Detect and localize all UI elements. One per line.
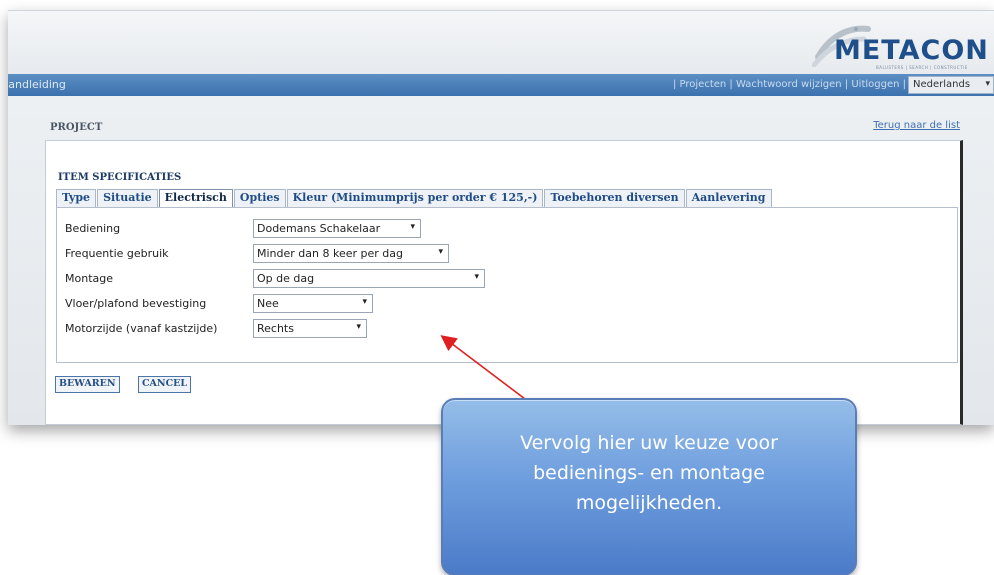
nav-link-change-password[interactable]: Wachtwoord wijzigen | [736,79,848,90]
field-label: Motorzijde (vanaf kastzijde) [65,322,218,335]
tab-situatie[interactable]: Situatie [97,189,158,207]
item-specifications-panel: ITEM SPECIFICATIES Type Situatie Electrisc… [45,140,963,425]
item-specifications-title: ITEM SPECIFICATIES [58,172,182,183]
chevron-down-icon: ▾ [362,297,367,307]
tab-toebehoren[interactable]: Toebehoren diversen [544,189,685,207]
nav-link-projects[interactable]: | Projecten | [673,79,733,90]
field-label: Bediening [65,222,121,235]
tab-bar: Type Situatie Electrisch Opties Kleur (Minim… [56,189,773,208]
chevron-down-icon: ▾ [985,79,990,89]
top-navbar: Handleiding | Projecten | Wachtwoord wij… [8,74,994,96]
callout-text: Vervolg hier uw keuze voor bedienings- e… [520,432,778,514]
motorzijde-select[interactable]: Rechts ▾ [253,319,367,338]
bediening-select[interactable]: Dodemans Schakelaar ▾ [253,219,421,238]
frequentie-select[interactable]: Minder dan 8 keer per dag ▾ [253,244,449,263]
chevron-down-icon: ▾ [410,222,415,232]
logo-text: METACON [834,35,989,66]
field-label: Vloer/plafond bevestiging [65,297,207,310]
language-value: Nederlands [913,79,971,90]
montage-select[interactable]: Op de dag ▾ [253,269,485,288]
back-to-list-link[interactable]: Terug naar de list [873,120,960,131]
tab-kleur[interactable]: Kleur (Minimumprijs per order € 125,-) [286,189,544,207]
language-select[interactable]: Nederlands ▾ [908,76,994,94]
select-value: Dodemans Schakelaar [257,222,381,235]
tab-aanlevering[interactable]: Aanlevering [685,189,772,207]
header: METACON BALUSTERS | SEARCH | CONSTRUCTIE [8,10,994,74]
instruction-callout: Vervolg hier uw keuze voor bedienings- e… [441,398,857,575]
select-value: Nee [257,297,279,310]
project-title: PROJECT [50,122,103,133]
app-window: METACON BALUSTERS | SEARCH | CONSTRUCTIE… [8,10,994,425]
select-value: Rechts [257,322,294,335]
manual-link[interactable]: Handleiding [8,78,66,91]
electrical-form: Bediening Dodemans Schakelaar ▾ Frequent… [56,207,958,363]
vloer-plafond-select[interactable]: Nee ▾ [253,294,373,313]
chevron-down-icon: ▾ [474,272,479,282]
cancel-button[interactable]: CANCEL [138,376,192,393]
chevron-down-icon: ▾ [356,322,361,332]
metacon-logo: METACON BALUSTERS | SEARCH | CONSTRUCTIE [812,21,988,75]
tab-electrisch[interactable]: Electrisch [158,189,233,208]
save-button[interactable]: BEWAREN [55,376,120,393]
chevron-down-icon: ▾ [438,247,443,257]
select-value: Minder dan 8 keer per dag [257,247,403,260]
nav-links: | Projecten | Wachtwoord wijzigen | Uitl… [673,79,906,90]
nav-link-logout[interactable]: Uitloggen | [851,79,906,90]
tab-type[interactable]: Type [56,189,97,207]
select-value: Op de dag [257,272,315,285]
field-label: Montage [65,272,113,285]
tab-opties[interactable]: Opties [233,189,286,207]
field-label: Frequentie gebruik [65,247,169,260]
logo-subtext: BALUSTERS | SEARCH | CONSTRUCTIE [876,65,968,70]
